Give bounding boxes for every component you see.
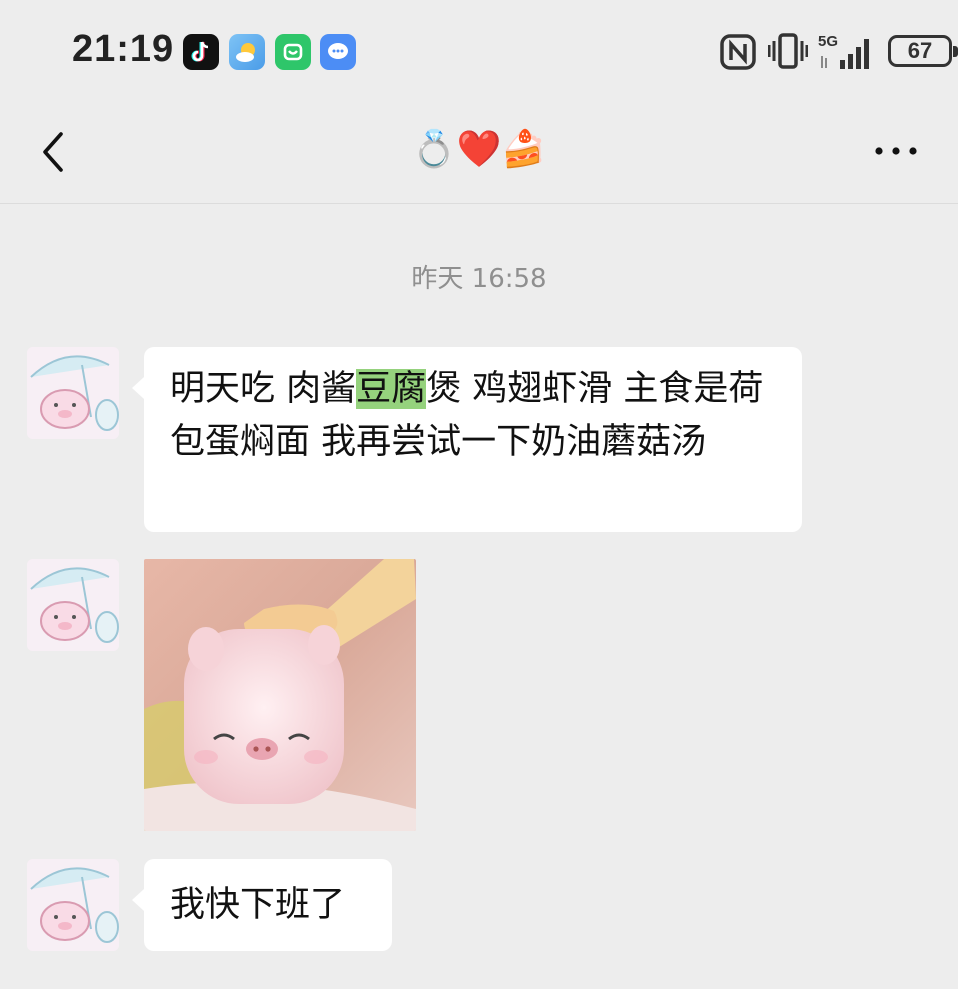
contact-avatar[interactable] [27, 859, 119, 951]
status-time: 21:19 [72, 28, 175, 70]
vibrate-icon [767, 32, 809, 74]
battery-level: 67 [907, 38, 933, 63]
status-bar: 21:19 5G 67 [0, 0, 958, 100]
tiktok-icon [183, 34, 219, 70]
highlighted-search-term: 豆腐 [356, 369, 427, 409]
nfc-icon [720, 34, 756, 74]
battery-indicator: 67 [888, 35, 958, 67]
more-dots-icon [875, 147, 917, 155]
signal-icon: 5G [818, 30, 876, 76]
message-timestamp: 昨天 16:58 [411, 264, 547, 294]
chat-header: 💍❤️🍰 [0, 100, 958, 204]
weather-icon [229, 34, 265, 70]
pig-sticker-image[interactable] [144, 559, 416, 831]
more-button[interactable] [866, 126, 926, 176]
message-text-part: 明天吃 肉酱 [170, 369, 357, 409]
message-bubble[interactable]: 我快下班了 [132, 859, 392, 951]
messages-icon [320, 34, 356, 70]
message-text: 我快下班了 [170, 885, 346, 925]
contact-avatar[interactable] [27, 347, 119, 439]
chat-title: 💍❤️🍰 [411, 129, 547, 170]
mi-home-icon [275, 34, 311, 70]
network-label: 5G [818, 33, 838, 50]
message-bubble[interactable]: 明天吃 肉酱豆腐煲 鸡翅虾滑 主食是荷包蛋焖面 我再尝试一下奶油蘑菇汤 [132, 347, 802, 532]
contact-avatar[interactable] [27, 559, 119, 651]
